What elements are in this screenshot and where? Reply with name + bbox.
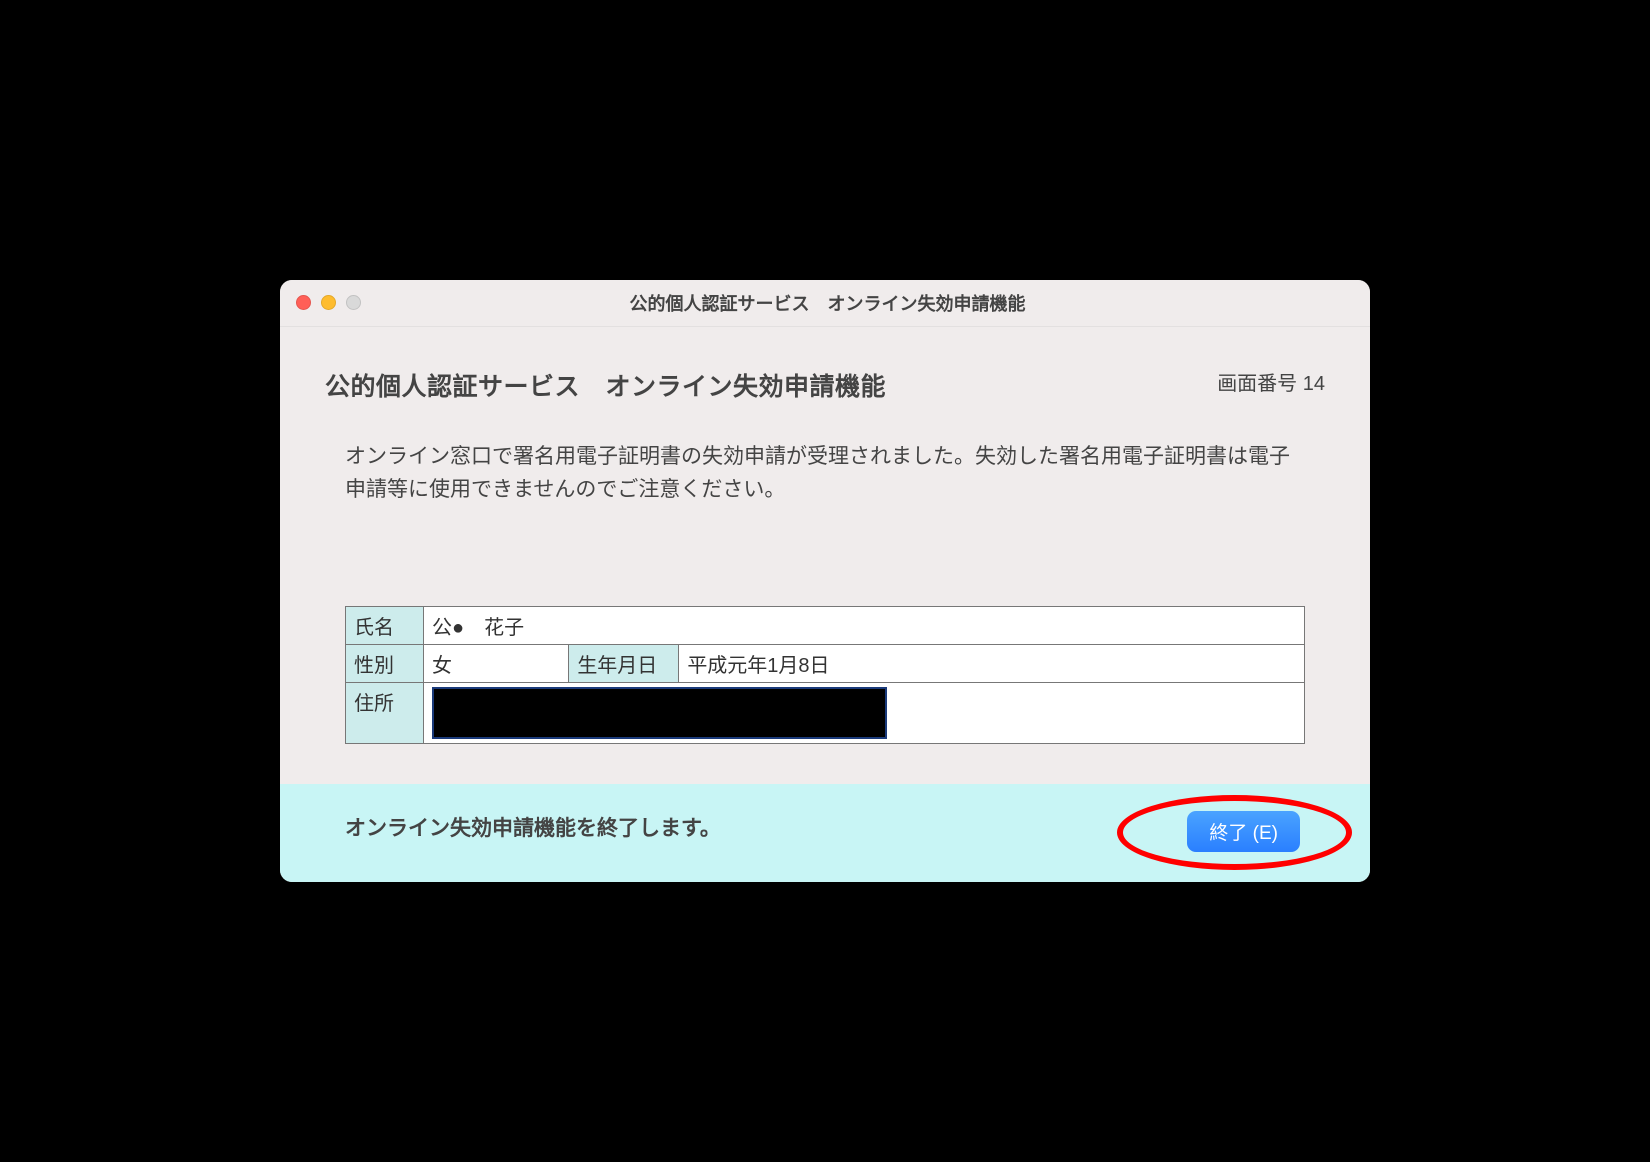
exit-button[interactable]: 終了 (E) (1187, 811, 1300, 852)
traffic-lights (296, 295, 361, 310)
maximize-icon (346, 295, 361, 310)
app-window: 公的個人認証サービス オンライン失効申請機能 公的個人認証サービス オンライン失… (280, 280, 1370, 882)
dob-value: 平成元年1月8日 (679, 645, 1305, 683)
gender-value: 女 (424, 645, 569, 683)
page-title: 公的個人認証サービス オンライン失効申請機能 (325, 367, 886, 403)
info-table: 氏名 公● 花子 性別 女 生年月日 平成元年1月8日 住所 (345, 606, 1305, 744)
window-title: 公的個人認証サービス オンライン失効申請機能 (361, 290, 1294, 316)
footer-text: オンライン失効申請機能を終了します。 (325, 812, 1325, 842)
status-message: オンライン窓口で署名用電子証明書の失効申請が受理されました。失効した署名用電子証… (325, 441, 1325, 506)
screen-number: 画面番号 14 (1217, 367, 1325, 396)
address-label: 住所 (346, 683, 424, 744)
table-row: 住所 (346, 683, 1305, 744)
table-row: 性別 女 生年月日 平成元年1月8日 (346, 645, 1305, 683)
table-row: 氏名 公● 花子 (346, 607, 1305, 645)
gender-label: 性別 (346, 645, 424, 683)
redacted-box (432, 687, 887, 739)
content-area: 公的個人認証サービス オンライン失効申請機能 画面番号 14 オンライン窓口で署… (280, 327, 1370, 784)
dob-label: 生年月日 (569, 645, 679, 683)
minimize-icon[interactable] (321, 295, 336, 310)
close-icon[interactable] (296, 295, 311, 310)
header-row: 公的個人認証サービス オンライン失効申請機能 画面番号 14 (325, 367, 1325, 403)
footer: オンライン失効申請機能を終了します。 終了 (E) (280, 784, 1370, 882)
address-value (424, 683, 1305, 744)
titlebar: 公的個人認証サービス オンライン失効申請機能 (280, 280, 1370, 327)
name-label: 氏名 (346, 607, 424, 645)
name-value: 公● 花子 (424, 607, 1305, 645)
